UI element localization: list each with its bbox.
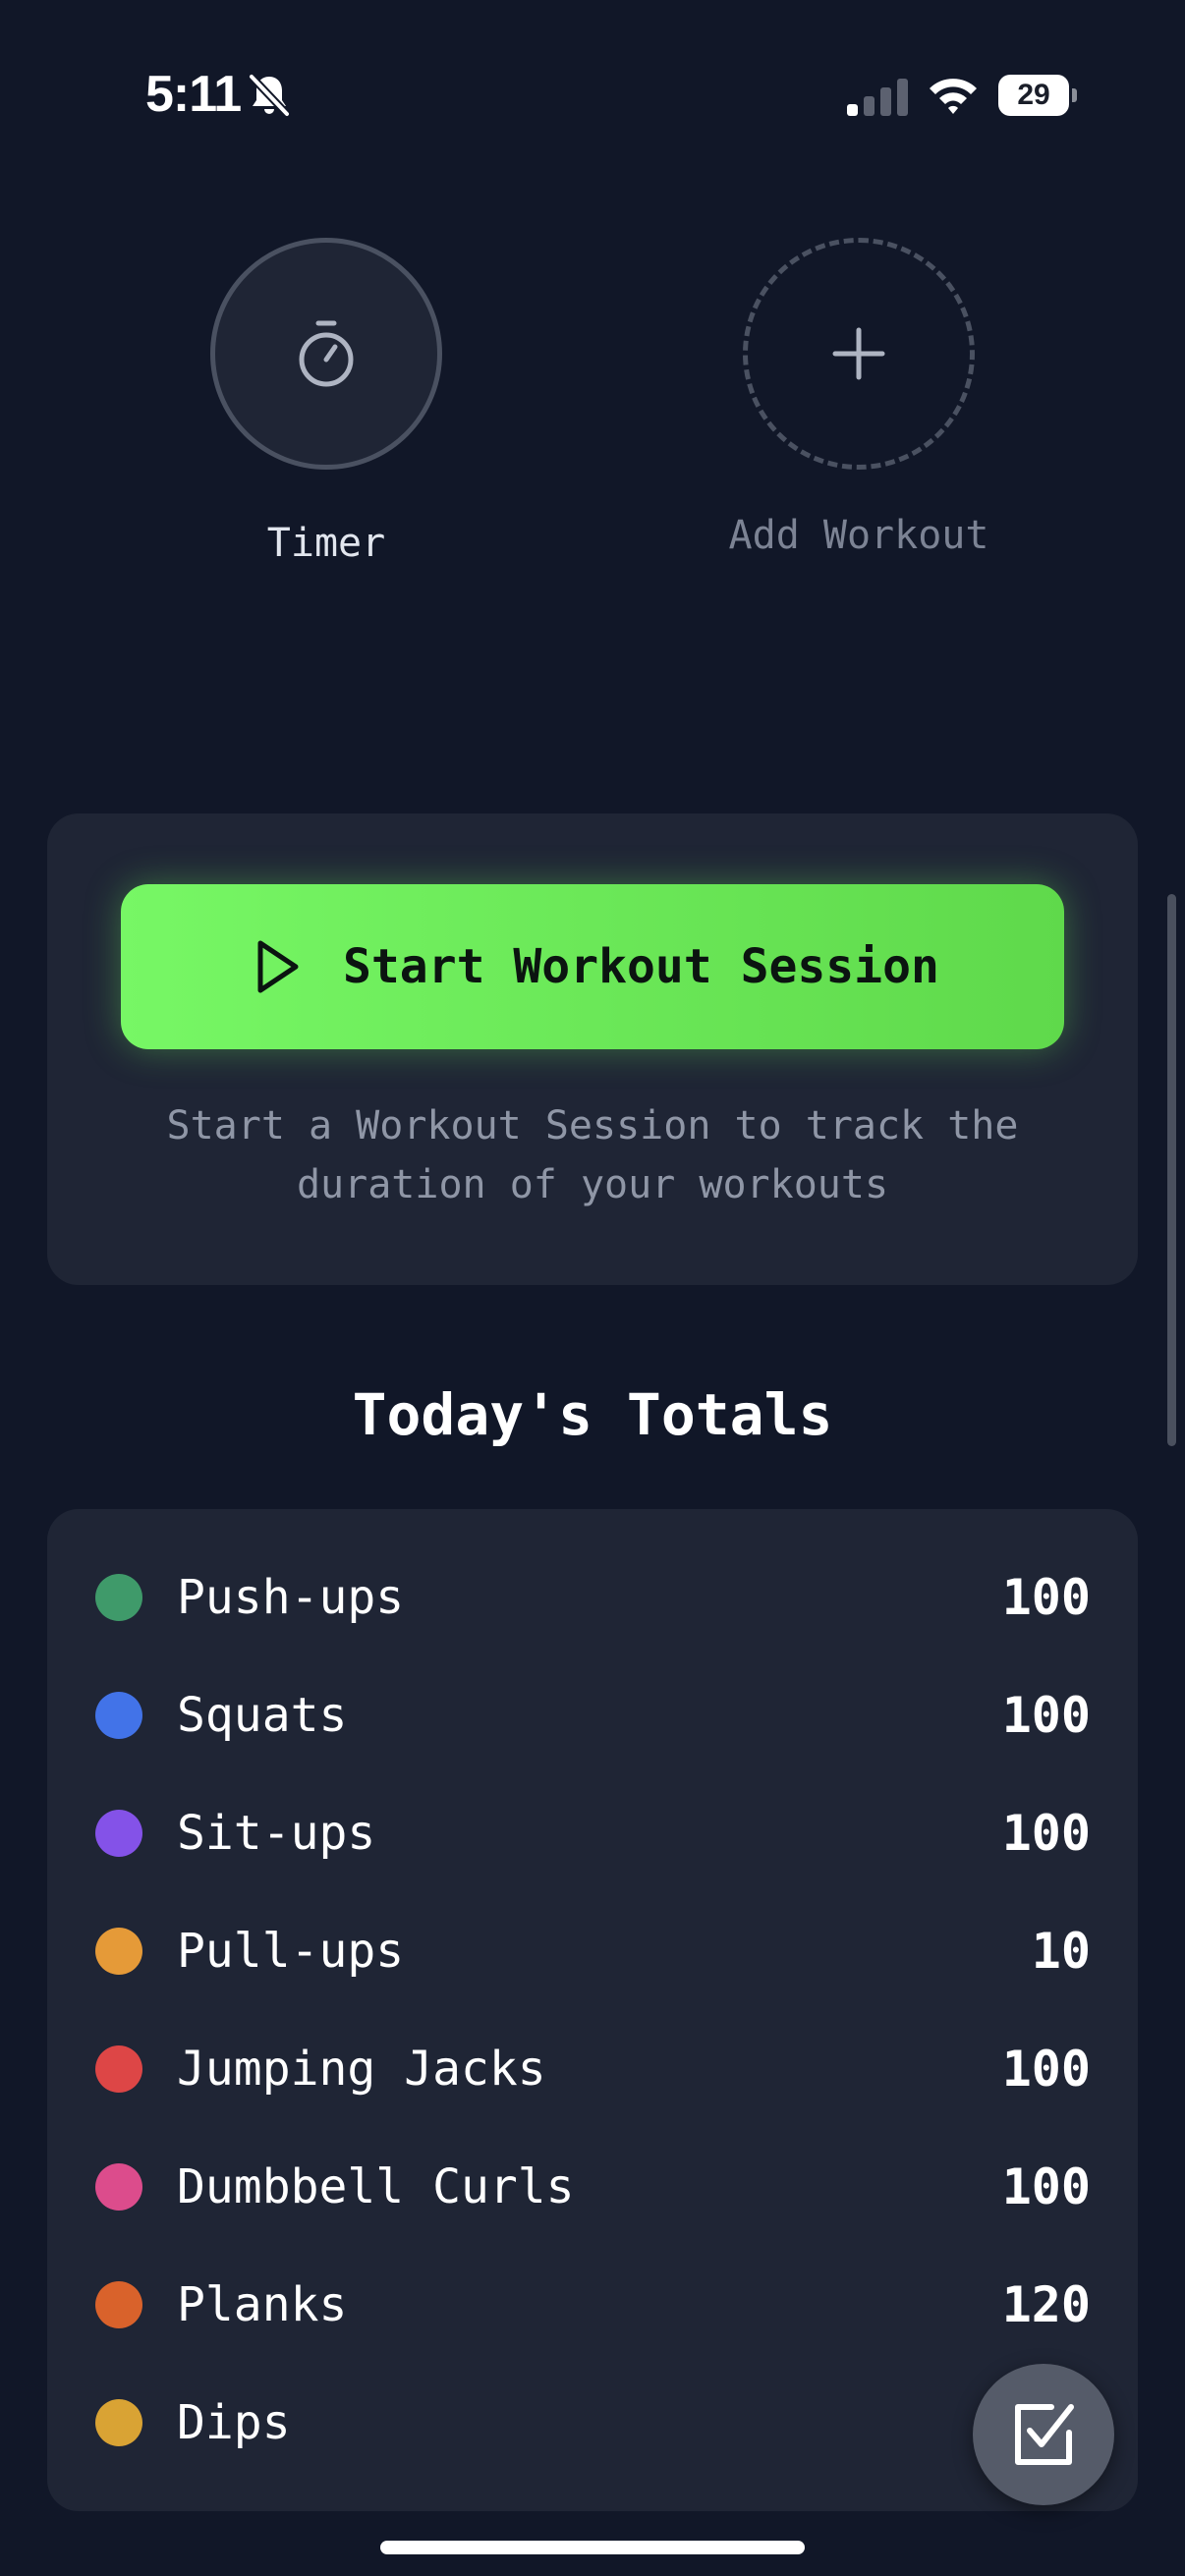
battery-icon: 29 <box>998 75 1077 116</box>
totals-row-sit-ups[interactable]: Sit-ups 100 <box>47 1774 1138 1892</box>
session-hint: Start a Workout Session to track the dur… <box>166 1103 1019 1207</box>
home-indicator[interactable] <box>380 2541 805 2554</box>
play-icon <box>257 940 299 993</box>
exercise-total: 100 <box>1001 2158 1091 2215</box>
start-workout-session-button[interactable]: Start Workout Session <box>121 884 1064 1049</box>
checklist-icon <box>1015 2404 1074 2465</box>
totals-row-dumbbell-curls[interactable]: Dumbbell Curls 100 <box>47 2128 1138 2246</box>
exercise-name: Push-ups <box>177 1570 405 1625</box>
timer-label: Timer <box>266 521 386 566</box>
exercise-total: 120 <box>1001 2276 1091 2333</box>
totals-row-jumping-jacks[interactable]: Jumping Jacks 100 <box>47 2010 1138 2128</box>
totals-row-pull-ups[interactable]: Pull-ups 10 <box>47 1892 1138 2010</box>
exercise-name: Sit-ups <box>177 1806 376 1861</box>
exercise-name: Dips <box>177 2395 291 2450</box>
exercise-total: 100 <box>1001 1805 1091 1862</box>
exercise-name: Dumbbell Curls <box>177 2159 575 2214</box>
scrollbar[interactable] <box>1167 894 1176 1446</box>
exercise-name: Squats <box>177 1688 348 1743</box>
exercise-color-dot <box>95 2045 142 2093</box>
exercise-name: Jumping Jacks <box>177 2042 546 2097</box>
start-workout-session-label: Start Workout Session <box>343 939 939 994</box>
timer-button[interactable] <box>210 238 442 470</box>
stopwatch-icon <box>299 320 354 387</box>
totals-row-push-ups[interactable]: Push-ups 100 <box>47 1539 1138 1656</box>
exercise-color-dot <box>95 1692 142 1739</box>
exercise-color-dot <box>95 1928 142 1975</box>
totals-title: Today's Totals <box>352 1381 833 1448</box>
exercise-total: 10 <box>1031 1923 1091 1980</box>
status-time: 5:11 <box>145 66 242 123</box>
exercise-total: 100 <box>1001 1569 1091 1626</box>
bell-slash-icon <box>248 73 291 118</box>
exercise-name: Planks <box>177 2277 348 2332</box>
exercise-total: 100 <box>1001 2041 1091 2098</box>
add-workout-button[interactable] <box>743 238 975 470</box>
exercise-name: Pull-ups <box>177 1924 405 1979</box>
battery-level: 29 <box>1017 79 1050 111</box>
totals-row-squats[interactable]: Squats 100 <box>47 1656 1138 1774</box>
exercise-total: 100 <box>1001 1687 1091 1744</box>
exercise-color-dot <box>95 1810 142 1857</box>
signal-icon <box>847 79 908 116</box>
plus-icon <box>832 327 885 380</box>
exercise-color-dot <box>95 2399 142 2446</box>
checklist-button[interactable] <box>973 2364 1114 2505</box>
add-workout-label: Add Workout <box>728 513 989 558</box>
exercise-color-dot <box>95 2163 142 2211</box>
totals-list: Push-ups 100 Squats 100 Sit-ups 100 Pull… <box>47 1509 1138 2511</box>
wifi-icon <box>930 79 977 114</box>
exercise-color-dot <box>95 2281 142 2328</box>
totals-row-planks[interactable]: Planks 120 <box>47 2246 1138 2364</box>
exercise-color-dot <box>95 1574 142 1621</box>
